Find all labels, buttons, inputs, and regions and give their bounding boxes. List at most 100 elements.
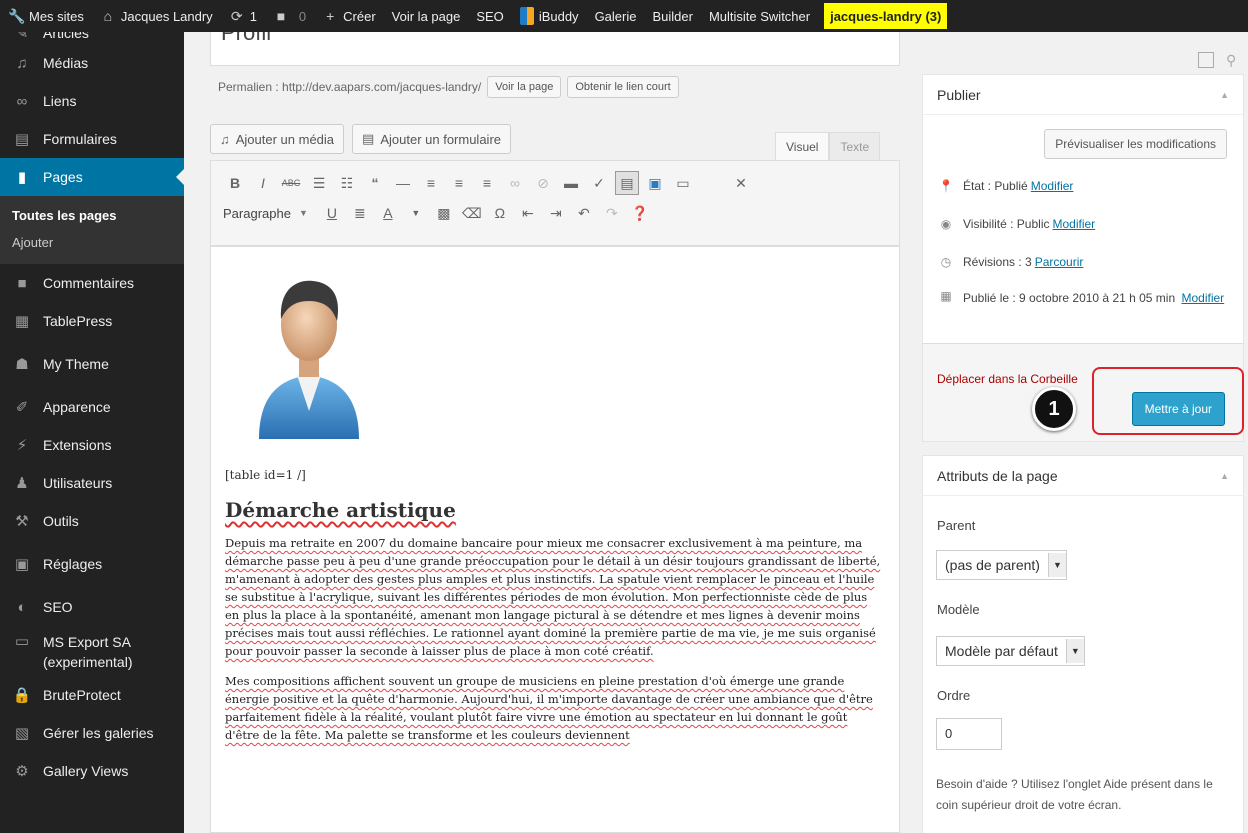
builder-menu[interactable]: Builder xyxy=(644,0,700,32)
revisions-label: Révisions : 3 xyxy=(963,255,1032,269)
eye-icon: ◉ xyxy=(940,217,952,231)
sidebar-item-articles[interactable]: ✎ Articles xyxy=(0,32,184,44)
outdent-icon[interactable]: ⇤ xyxy=(516,201,540,225)
color-dropdown-icon[interactable]: ▼ xyxy=(404,201,428,225)
sidebar-item-bruteprotect[interactable]: 🔒 BruteProtect xyxy=(0,676,184,714)
undo-icon[interactable]: ↶ xyxy=(572,201,596,225)
sidebar-item-tablepress[interactable]: ▦ TablePress xyxy=(0,302,184,340)
page-attributes-header[interactable]: Attributs de la page ▲ xyxy=(923,456,1243,496)
clock-icon: ◷ xyxy=(940,255,952,269)
format-select[interactable]: Paragraphe ▼ xyxy=(223,206,308,221)
strikethrough-icon[interactable]: ABC xyxy=(279,171,303,195)
collapse-arrow-icon[interactable]: ▲ xyxy=(1220,471,1229,481)
my-sites-menu[interactable]: 🔧 Mes sites xyxy=(0,0,92,32)
brush-icon: ✐ xyxy=(15,399,29,416)
sidebar-item-commentaires[interactable]: ■ Commentaires xyxy=(0,264,184,302)
editor-content[interactable]: [table id=1 /] Démarche artistique Depui… xyxy=(210,246,900,833)
link-icon[interactable]: ∞ xyxy=(503,171,527,195)
sidebar-item-label: Liens xyxy=(43,93,77,109)
move-to-trash-link[interactable]: Déplacer dans la Corbeille xyxy=(937,372,1078,386)
content-paragraph: Mes compositions affichent souvent un gr… xyxy=(225,674,873,742)
multisite-switcher-menu[interactable]: Multisite Switcher xyxy=(701,0,818,32)
paste-text-icon[interactable]: ▩ xyxy=(432,201,456,225)
toolbar-row-1: B I ABC ☰ ☷ “ — ≡ ≡ ≡ ∞ ⊘ ▬ ✓ ▤ ▣ ▭ ✕ xyxy=(211,168,899,198)
title-input[interactable]: Profil xyxy=(210,32,900,66)
italic-icon[interactable]: I xyxy=(251,171,275,195)
horizontal-rule-icon[interactable]: — xyxy=(391,171,415,195)
screen-options-icon[interactable] xyxy=(1198,52,1214,68)
export-icon: ▭ xyxy=(14,633,30,650)
sidebar-item-reglages[interactable]: ▣ Réglages xyxy=(0,540,184,588)
shortlink-button[interactable]: Obtenir le lien court xyxy=(567,76,679,98)
submenu-add[interactable]: Ajouter xyxy=(0,229,184,256)
toolbar-toggle-icon[interactable]: ▤ xyxy=(615,171,639,195)
template-select[interactable]: Modèle par défaut ▼ xyxy=(936,636,1085,666)
text-color-icon[interactable]: A xyxy=(376,201,400,225)
user-site-menu[interactable]: jacques-landry (3) xyxy=(824,3,948,29)
redo-icon[interactable]: ↷ xyxy=(600,201,624,225)
seo-menu[interactable]: SEO xyxy=(468,0,511,32)
justify-icon[interactable]: ≣ xyxy=(348,201,372,225)
sidebar-item-ms-export[interactable]: ▭ MS Export SA (experimental) xyxy=(0,626,184,676)
browse-revisions-link[interactable]: Parcourir xyxy=(1035,255,1084,269)
edit-status-link[interactable]: Modifier xyxy=(1031,179,1074,193)
sidebar-item-pages[interactable]: ▮ Pages xyxy=(0,158,184,196)
spellcheck-icon[interactable]: ✓ xyxy=(587,171,611,195)
view-page-link[interactable]: Voir la page xyxy=(384,0,469,32)
search-icon[interactable]: ⚲ xyxy=(1226,52,1236,69)
submenu-all-pages[interactable]: Toutes les pages xyxy=(0,202,184,229)
clear-formatting-icon[interactable]: ⌫ xyxy=(460,201,484,225)
align-right-icon[interactable]: ≡ xyxy=(475,171,499,195)
order-input[interactable]: 0 xyxy=(936,718,1002,750)
home-icon: ⌂ xyxy=(103,8,113,24)
sidebar-item-gallery-views[interactable]: ⚙ Gallery Views xyxy=(0,752,184,790)
edit-date-link[interactable]: Modifier xyxy=(1182,291,1225,305)
preview-changes-button[interactable]: Prévisualiser les modifications xyxy=(1044,129,1227,159)
sidebar-item-medias[interactable]: ♫ Médias xyxy=(0,44,184,82)
sidebar-item-apparence[interactable]: ✐ Apparence xyxy=(0,388,184,426)
numbered-list-icon[interactable]: ☷ xyxy=(335,171,359,195)
add-media-button[interactable]: ♫ Ajouter un média xyxy=(210,124,345,154)
fullscreen-icon[interactable]: ✕ xyxy=(729,171,753,195)
create-menu[interactable]: + Créer xyxy=(314,0,384,32)
comments-menu[interactable]: ■ 0 xyxy=(265,0,314,32)
ibuddy-menu[interactable]: iBuddy xyxy=(512,0,587,32)
sidebar-item-gerer-galeries[interactable]: ▧ Gérer les galeries xyxy=(0,714,184,752)
sidebar-item-my-theme[interactable]: ☗ My Theme xyxy=(0,340,184,388)
read-more-icon[interactable]: ▬ xyxy=(559,171,583,195)
updates-menu[interactable]: ⟳ 1 xyxy=(221,0,265,32)
template-label: Modèle xyxy=(937,602,980,617)
sidebar-item-formulaires[interactable]: ▤ Formulaires xyxy=(0,120,184,158)
blockquote-icon[interactable]: “ xyxy=(363,171,387,195)
sidebar-item-extensions[interactable]: ⚡ Extensions xyxy=(0,426,184,464)
insert-gallery-icon[interactable]: ▣ xyxy=(643,171,667,195)
help-icon[interactable]: ❓ xyxy=(628,201,652,225)
view-page-button[interactable]: Voir la page xyxy=(487,76,562,98)
gallery-menu[interactable]: Galerie xyxy=(587,0,645,32)
sidebar-item-seo[interactable]: ◐ SEO xyxy=(0,588,184,626)
add-form-button[interactable]: ▤ Ajouter un formulaire xyxy=(352,124,511,154)
site-name-menu[interactable]: ⌂ Jacques Landry xyxy=(92,0,221,32)
sidebar-item-outils[interactable]: ⚒ Outils xyxy=(0,502,184,540)
parent-select[interactable]: (pas de parent) ▼ xyxy=(936,550,1067,580)
wordpress-icon: 🔧 xyxy=(8,7,26,24)
bold-icon[interactable]: B xyxy=(223,171,247,195)
post-publish-date: ▦ Publié le : 9 octobre 2010 à 21 h 05 mi… xyxy=(937,289,1248,307)
underline-icon[interactable]: U xyxy=(320,201,344,225)
sidebar-item-liens[interactable]: ∞ Liens xyxy=(0,82,184,120)
edit-visibility-link[interactable]: Modifier xyxy=(1052,217,1095,231)
tab-text[interactable]: Texte xyxy=(829,132,881,161)
tab-visual[interactable]: Visuel xyxy=(775,132,830,161)
post-visibility: ◉ Visibilité : Public Modifier xyxy=(937,217,1095,231)
align-center-icon[interactable]: ≡ xyxy=(447,171,471,195)
align-left-icon[interactable]: ≡ xyxy=(419,171,443,195)
special-char-icon[interactable]: Ω xyxy=(488,201,512,225)
bullet-list-icon[interactable]: ☰ xyxy=(307,171,331,195)
indent-icon[interactable]: ⇥ xyxy=(544,201,568,225)
chevron-down-icon: ▼ xyxy=(298,208,308,218)
insert-table-icon[interactable]: ▭ xyxy=(671,171,695,195)
sidebar-item-utilisateurs[interactable]: ♟ Utilisateurs xyxy=(0,464,184,502)
unlink-icon[interactable]: ⊘ xyxy=(531,171,555,195)
publish-header[interactable]: Publier ▲ xyxy=(923,75,1243,115)
collapse-arrow-icon[interactable]: ▲ xyxy=(1220,90,1229,100)
